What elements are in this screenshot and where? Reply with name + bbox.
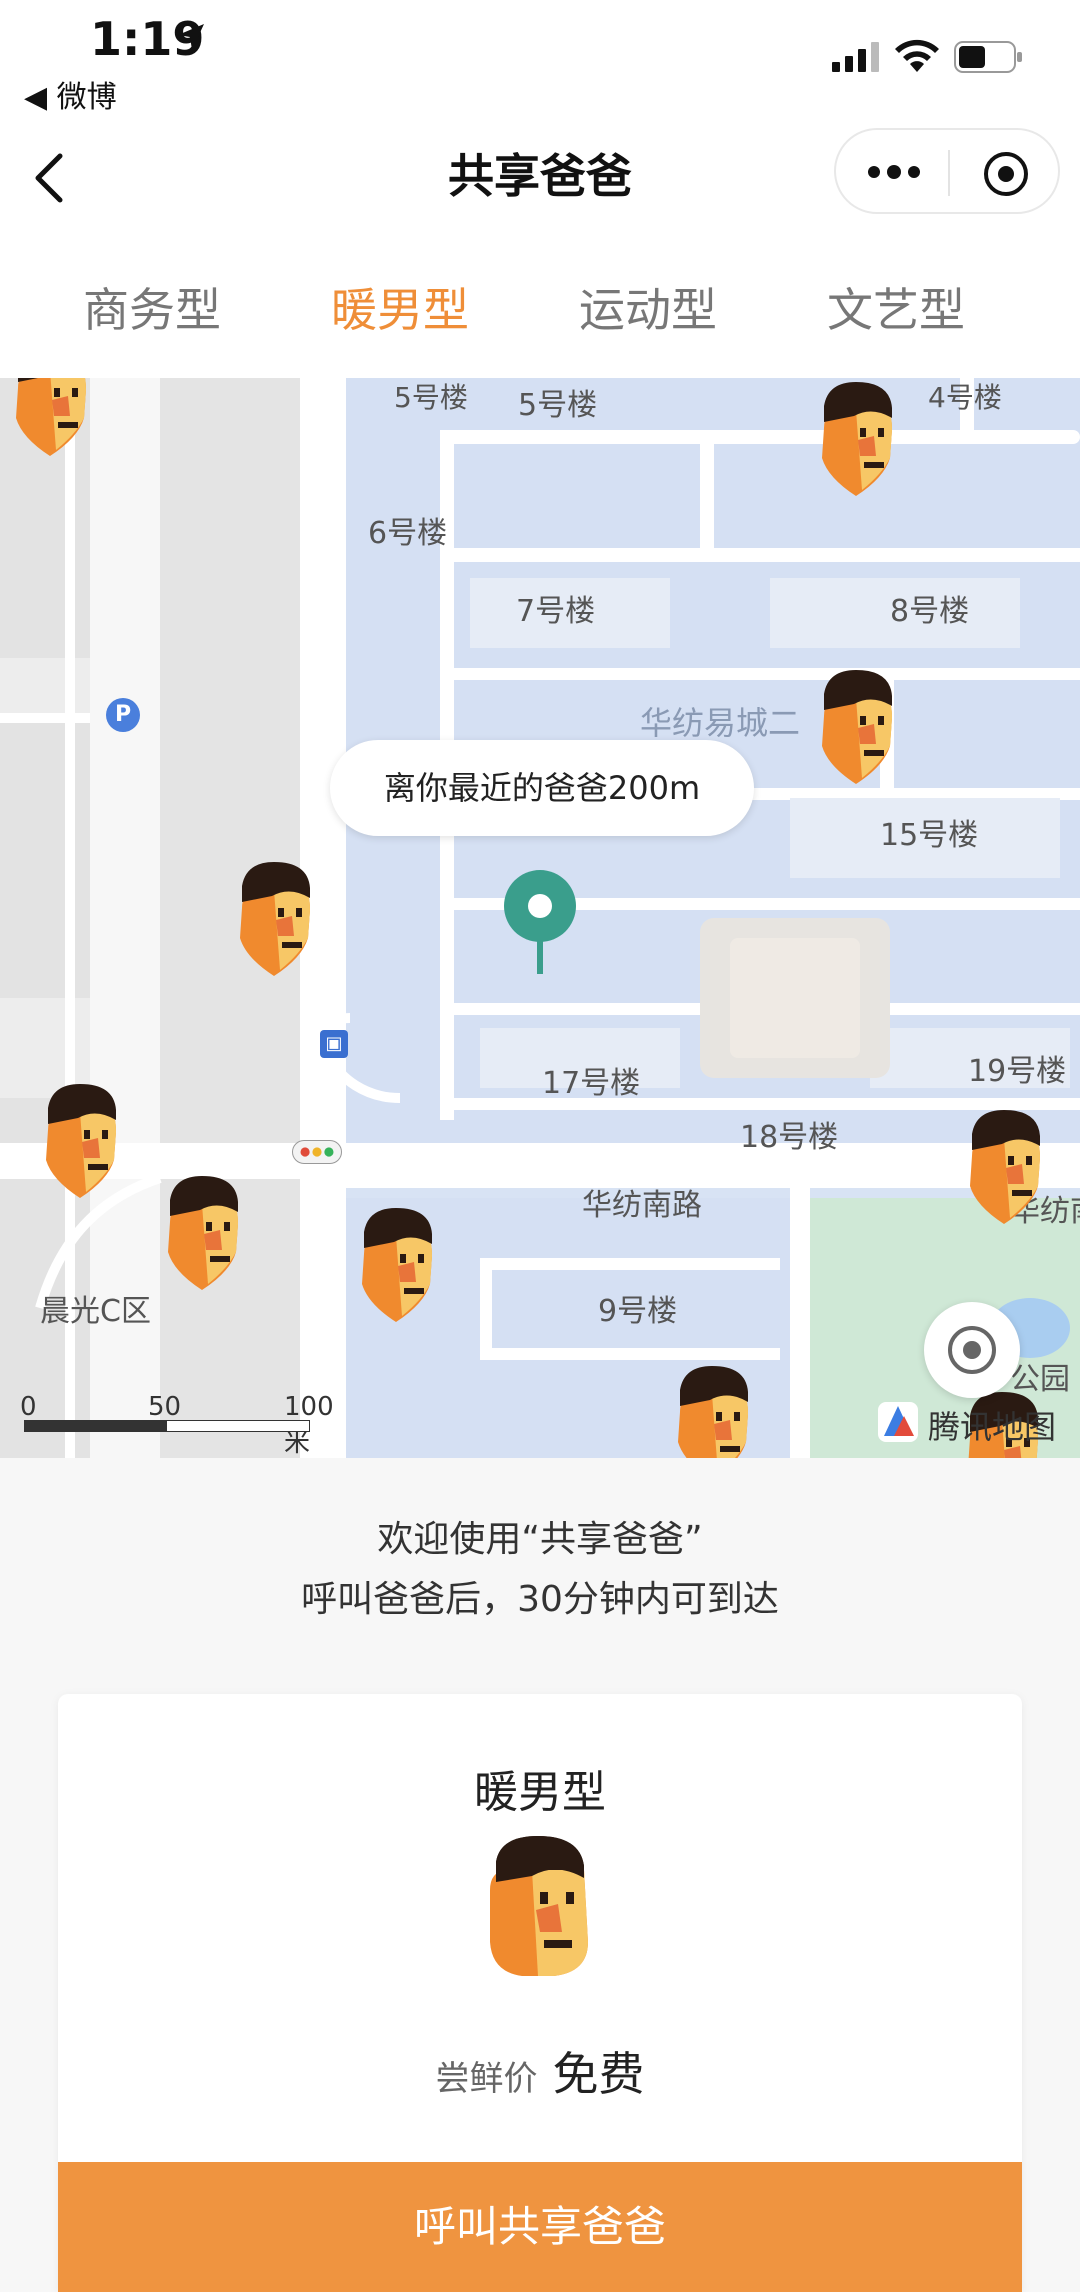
back-to-app-link[interactable]: ◀ 微博 [24,72,117,116]
dad-marker-icon[interactable] [812,378,898,498]
locate-icon [948,1326,996,1374]
map-label: 15号楼 [880,818,979,853]
dad-avatar-icon [490,1836,588,1976]
map-view[interactable]: 5号楼 5号楼 4号楼 6号楼 7号楼 8号楼 华纺易城二 15号楼 17号楼 … [0,378,1080,1458]
map-label: 18号楼 [740,1120,839,1155]
map-label: 6号楼 [368,516,448,551]
welcome-text: 欢迎使用“共享爸爸” 呼叫爸爸后，30分钟内可到达 [0,1510,1080,1630]
map-label: 4号楼 [928,381,1002,414]
more-icon[interactable] [866,160,922,184]
scale-label: 0 [20,1392,37,1422]
tab-business[interactable]: 商务型 [52,274,252,340]
battery-icon [954,41,1022,73]
tab-warm[interactable]: 暖男型 [300,274,500,340]
close-target-icon[interactable] [982,150,1030,198]
dad-marker-icon[interactable] [36,1080,122,1200]
card-type-title: 暖男型 [474,1767,606,1818]
dad-type-card: 暖男型 尝鲜价 免费 呼叫共享爸爸 [58,1694,1022,2292]
map-label: 华纺南路 [582,1188,702,1223]
welcome-line-2: 呼叫爸爸后，30分钟内可到达 [301,1579,779,1620]
status-bar: 1:19 ◀ 微博 [0,0,1080,120]
tencent-map-icon [878,1402,918,1442]
map-label: 5号楼 [394,381,468,414]
wifi-icon [895,39,939,72]
tencent-map-logo: 腾讯地图 [876,1396,1076,1446]
map-label: 17号楼 [542,1066,641,1101]
map-label: 华纺易城二 [640,704,801,742]
map-label: 5号楼 [518,388,598,423]
mini-program-capsule [834,128,1060,214]
location-arrow-icon [178,24,204,50]
type-tabs: 商务型 暖男型 运动型 文艺型 [0,250,1080,378]
nearest-dad-bubble: 离你最近的爸爸200m [330,740,754,836]
map-label: 19号楼 [968,1054,1067,1089]
scale-label: 50 [148,1392,182,1422]
map-scale: 0 50 100 米 [20,1392,334,1458]
price-label: 尝鲜价 [435,2059,538,2099]
cellular-signal-icon [832,42,879,72]
tab-sport[interactable]: 运动型 [548,274,748,340]
parking-icon: P [106,698,140,732]
capsule-divider [948,150,950,196]
welcome-line-1: 欢迎使用“共享爸爸” [377,1519,703,1560]
traffic-light-icon [292,1140,342,1164]
dad-marker-icon[interactable] [668,1362,754,1458]
price-row: 尝鲜价 免费 [58,2038,1022,2104]
map-label: 8号楼 [890,594,970,629]
scale-bar [24,1420,310,1432]
nav-bar: 共享爸爸 [0,120,1080,250]
my-location-pin-icon [504,870,576,974]
dad-marker-icon[interactable] [960,1106,1046,1226]
dad-marker-icon[interactable] [6,378,92,458]
dad-marker-icon[interactable] [158,1172,244,1292]
bus-stop-icon: ▣ [320,1030,348,1058]
price-value: 免费 [552,2047,645,2101]
map-provider: 腾讯地图 [928,1408,1057,1446]
tab-artsy[interactable]: 文艺型 [796,274,996,340]
locate-me-button[interactable] [924,1302,1020,1398]
dad-marker-icon[interactable] [812,666,898,786]
map-label: 晨光C区 [40,1294,151,1329]
call-dad-button[interactable]: 呼叫共享爸爸 [58,2162,1022,2292]
map-label: 7号楼 [516,594,596,629]
dad-marker-icon[interactable] [230,858,316,978]
dad-marker-icon[interactable] [352,1204,438,1324]
map-label: 9号楼 [598,1294,678,1329]
